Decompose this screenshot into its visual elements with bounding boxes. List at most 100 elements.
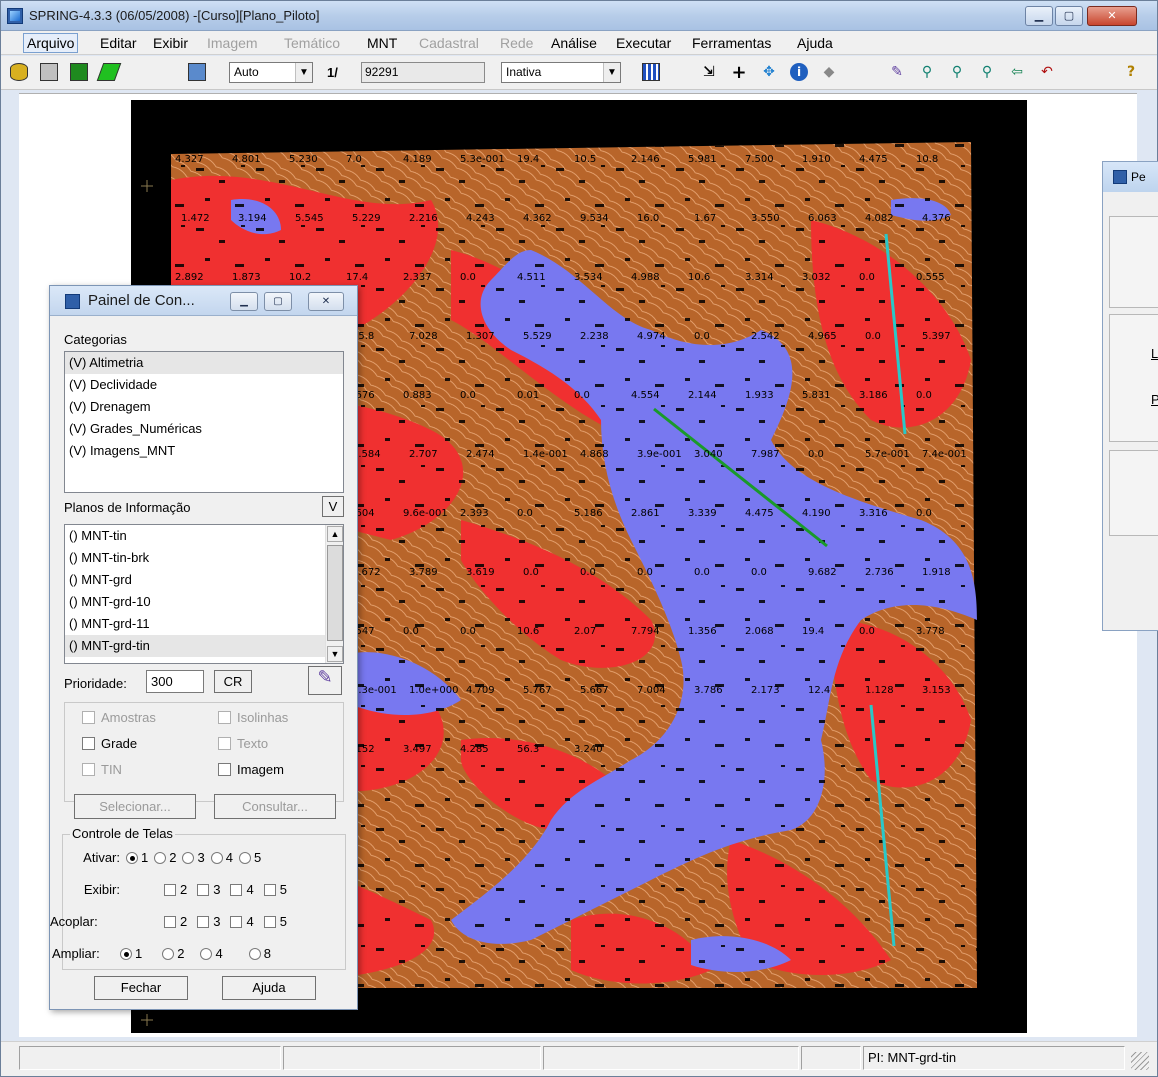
category-item[interactable]: (V) Altimetria <box>65 352 343 374</box>
menu-exibir[interactable]: Exibir <box>153 35 188 51</box>
plano-item[interactable]: () MNT-tin <box>65 525 343 547</box>
category-item[interactable]: (V) Declividade <box>65 374 343 396</box>
zoom-area-icon[interactable]: ⚲ <box>975 60 999 84</box>
exibir-checkbox-4[interactable] <box>230 883 243 896</box>
acoplar-checkbox-4[interactable] <box>230 915 243 928</box>
selecionar-button[interactable]: Selecionar... <box>74 794 196 819</box>
ampliar-radio-1[interactable] <box>120 947 132 960</box>
status-cell-1 <box>19 1046 281 1070</box>
help-icon[interactable]: ? <box>1119 60 1143 84</box>
exibir-checkbox-3[interactable] <box>197 883 210 896</box>
panel-title-bar[interactable]: Painel de Con... ▁ ▢ ✕ <box>50 286 357 316</box>
map-value-label: 5.767 <box>523 685 552 696</box>
menu-executar[interactable]: Executar <box>616 35 671 51</box>
grade-checkbox[interactable]: Grade <box>82 736 137 751</box>
planos-scrollbar[interactable]: ▲ ▼ <box>325 525 343 663</box>
back-arrow-icon[interactable]: ⇦ <box>1005 60 1029 84</box>
amostras-checkbox[interactable]: Amostras <box>82 710 156 725</box>
consultar-button[interactable]: Consultar... <box>214 794 336 819</box>
resize-grip-icon[interactable] <box>1131 1052 1149 1070</box>
menu-rede[interactable]: Rede <box>500 35 533 51</box>
menu-tematico[interactable]: Temático <box>284 35 340 51</box>
menu-editar[interactable]: Editar <box>100 35 137 51</box>
plano-item[interactable]: () MNT-grd-tin <box>65 635 343 657</box>
minimize-button[interactable]: ▁ <box>1025 6 1053 26</box>
category-item[interactable]: (V) Drenagem <box>65 396 343 418</box>
map-value-label: 3.314 <box>745 272 774 283</box>
maximize-button[interactable]: ▢ <box>1055 6 1083 26</box>
plano-item[interactable]: () MNT-grd <box>65 569 343 591</box>
scroll-up-icon[interactable]: ▲ <box>327 526 343 542</box>
cr-button[interactable]: CR <box>214 670 252 693</box>
fechar-button[interactable]: Fechar <box>94 976 188 1000</box>
ativar-radio-3[interactable] <box>182 851 195 864</box>
map-value-label: 0.555 <box>916 272 945 283</box>
undo-icon[interactable]: ↶ <box>1035 60 1059 84</box>
menu-analise[interactable]: Análise <box>551 35 597 51</box>
plano-item[interactable]: () MNT-grd-10 <box>65 591 343 613</box>
categories-list[interactable]: (V) Altimetria (V) Declividade (V) Drena… <box>64 351 344 493</box>
title-bar[interactable]: SPRING-4.3.3 (06/05/2008) -[Curso][Plano… <box>1 1 1157 31</box>
category-item[interactable]: (V) Grades_Numéricas <box>65 418 343 440</box>
pan-icon[interactable]: ✥ <box>757 60 781 84</box>
close-button[interactable]: ✕ <box>1087 6 1137 26</box>
ativar-radio-5[interactable] <box>238 851 251 864</box>
map-value-label: 2.216 <box>409 213 438 224</box>
zoom-mode-select[interactable]: Auto ▼ <box>229 62 313 83</box>
redraw-icon[interactable]: ⇲ <box>697 60 721 84</box>
menu-ferramentas[interactable]: Ferramentas <box>692 35 771 51</box>
scroll-down-icon[interactable]: ▼ <box>327 646 343 662</box>
plane-icon[interactable] <box>96 60 122 84</box>
ampliar-radio-8[interactable] <box>248 947 261 960</box>
texto-checkbox[interactable]: Texto <box>218 736 268 751</box>
acoplar-checkbox-5[interactable] <box>263 915 276 928</box>
tin-checkbox[interactable]: TIN <box>82 762 122 777</box>
ajuda-button[interactable]: Ajuda <box>222 976 316 1000</box>
query-icon[interactable]: ◆ <box>817 60 841 84</box>
planos-list[interactable]: () MNT-tin () MNT-tin-brk () MNT-grd () … <box>64 524 344 664</box>
project-icon[interactable] <box>37 60 61 84</box>
menu-ajuda[interactable]: Ajuda <box>797 35 833 51</box>
side-window-title[interactable]: Pe <box>1103 162 1158 192</box>
zoom-in-icon[interactable]: ⚲ <box>915 60 939 84</box>
menu-mnt[interactable]: MNT <box>367 35 397 51</box>
scale-field[interactable]: 92291 <box>361 62 485 83</box>
side-window[interactable]: Pe L P <box>1102 161 1158 631</box>
database-icon[interactable] <box>7 60 31 84</box>
planos-v-button[interactable]: V <box>322 496 344 517</box>
panel-close-button[interactable]: ✕ <box>308 292 344 311</box>
exibir-checkbox-2[interactable] <box>164 883 176 896</box>
info-icon[interactable]: i <box>787 60 811 84</box>
exibir-checkbox-5[interactable] <box>263 883 276 896</box>
color-pen-icon[interactable]: ✎ <box>308 666 342 695</box>
isolinhas-checkbox[interactable]: Isolinhas <box>218 710 288 725</box>
ativar-radio-2[interactable] <box>154 851 167 864</box>
ampliar-radio-2[interactable] <box>162 947 175 960</box>
ativar-radio-4[interactable] <box>210 851 223 864</box>
screen-status-select[interactable]: Inativa ▼ <box>501 62 621 83</box>
imagem-checkbox[interactable]: Imagem <box>218 762 284 777</box>
ampliar-radio-4[interactable] <box>200 947 213 960</box>
acoplar-checkbox-3[interactable] <box>197 915 210 928</box>
draw-icon[interactable] <box>639 60 663 84</box>
panel-minimize-button[interactable]: ▁ <box>230 292 258 311</box>
cursor-plus-icon[interactable]: + <box>727 60 751 84</box>
map-value-label: 7.0 <box>346 154 362 165</box>
panel-control-icon[interactable] <box>185 60 209 84</box>
menu-cadastral[interactable]: Cadastral <box>419 35 479 51</box>
plano-item[interactable]: () MNT-grd-11 <box>65 613 343 635</box>
panel-maximize-button[interactable]: ▢ <box>264 292 292 311</box>
layers-icon[interactable] <box>67 60 91 84</box>
scroll-thumb[interactable] <box>327 545 343 641</box>
menu-imagem[interactable]: Imagem <box>207 35 258 51</box>
plano-item[interactable]: () MNT-tin-brk <box>65 547 343 569</box>
map-value-label: 0.0 <box>808 449 824 460</box>
control-panel[interactable]: Painel de Con... ▁ ▢ ✕ Categorias (V) Al… <box>49 285 358 1010</box>
zoom-out-icon[interactable]: ⚲ <box>945 60 969 84</box>
edit-line-icon[interactable]: ✎ <box>885 60 909 84</box>
prioridade-field[interactable]: 300 <box>146 670 204 693</box>
category-item[interactable]: (V) Imagens_MNT <box>65 440 343 462</box>
menu-arquivo[interactable]: Arquivo <box>23 33 79 53</box>
ativar-radio-1[interactable] <box>126 851 138 864</box>
acoplar-checkbox-2[interactable] <box>164 915 176 928</box>
